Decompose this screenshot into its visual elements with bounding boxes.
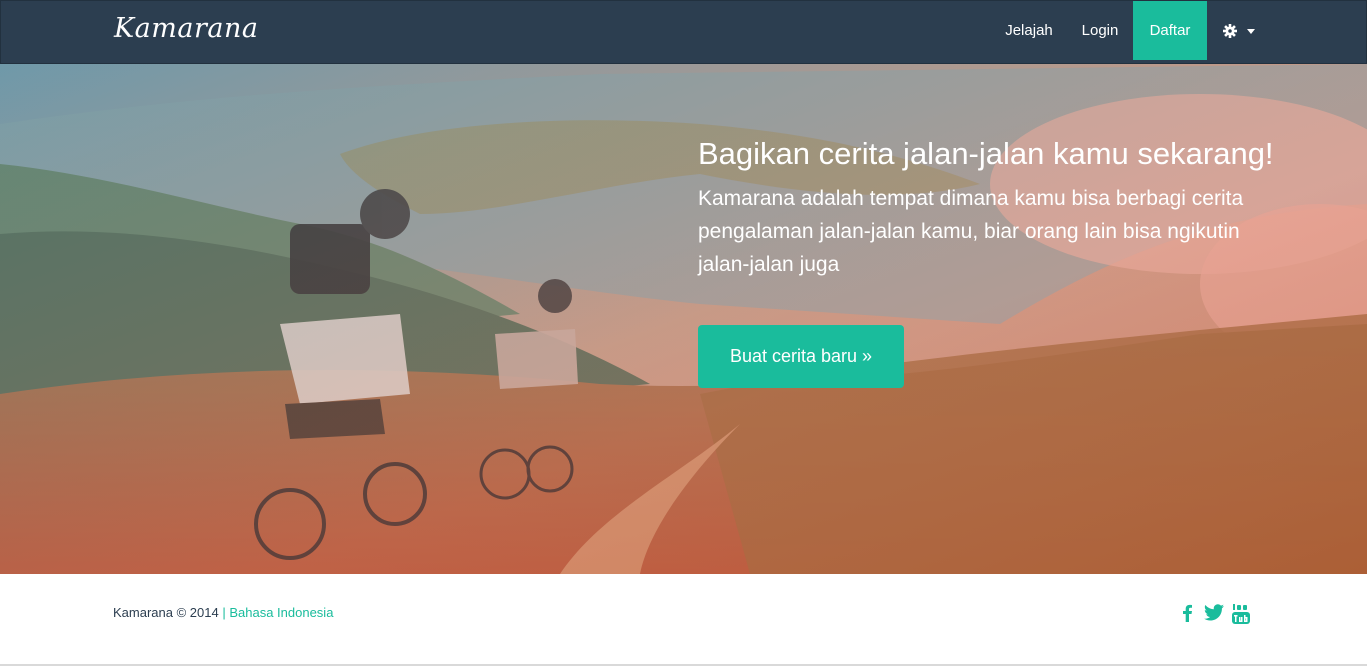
hero-text: Bagikan cerita jalan-jalan kamu sekarang… (698, 136, 1278, 281)
nav-item-login[interactable]: Login (1069, 1, 1131, 60)
youtube-icon[interactable] (1231, 604, 1251, 624)
chevron-down-icon (1247, 28, 1256, 34)
footer-separator: | (222, 605, 226, 620)
gear-icon (1222, 24, 1237, 39)
nav-item-jelajah[interactable]: Jelajah (991, 1, 1067, 60)
hero-description: Kamarana adalah tempat dimana kamu bisa … (698, 187, 1244, 276)
language-link[interactable]: Bahasa Indonesia (229, 605, 333, 620)
brand-logo[interactable]: Kamarana (114, 13, 258, 44)
hero-banner: Bagikan cerita jalan-jalan kamu sekarang… (0, 64, 1367, 574)
hero-title: Bagikan cerita jalan-jalan kamu sekarang… (698, 136, 1274, 171)
facebook-icon[interactable] (1181, 604, 1193, 622)
nav-item-daftar[interactable]: Daftar (1133, 1, 1207, 60)
create-story-button[interactable]: Buat cerita baru » (698, 325, 904, 388)
copyright-text: Kamarana © 2014 (113, 605, 219, 620)
footer: Kamarana © 2014 | Bahasa Indonesia (0, 574, 1367, 666)
navbar: Kamarana Jelajah Login Daftar (0, 0, 1367, 64)
footer-text: Kamarana © 2014 | Bahasa Indonesia (113, 605, 333, 620)
settings-dropdown[interactable] (1211, 1, 1267, 60)
twitter-icon[interactable] (1204, 604, 1224, 621)
